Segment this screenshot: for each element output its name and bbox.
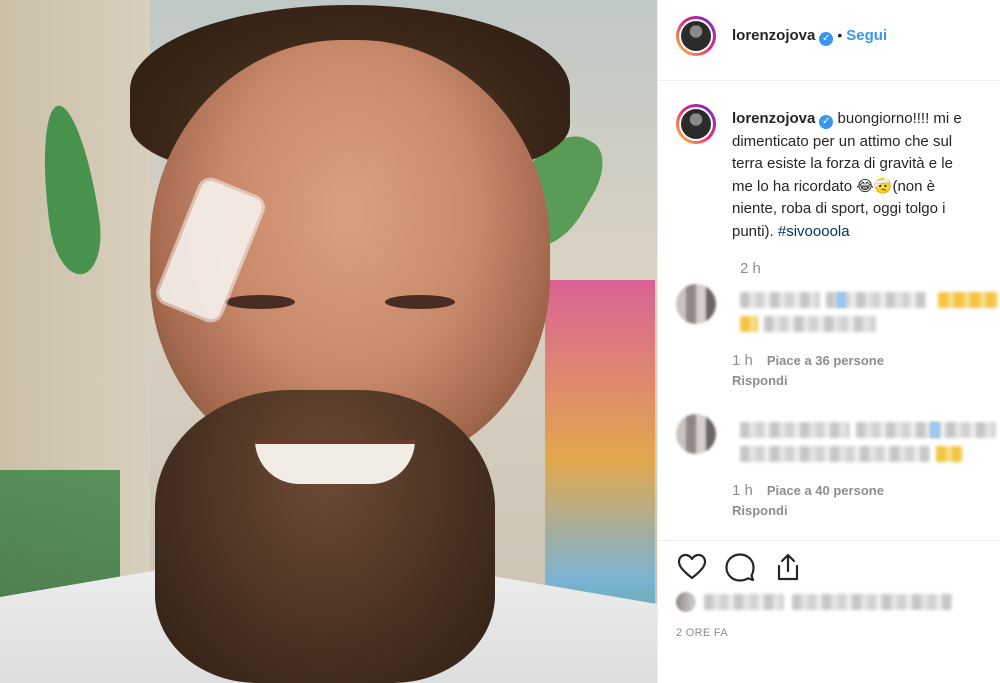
comment: 1 h Piace a 36 persone Rispondi	[676, 284, 1000, 394]
post-timestamp: 2 ORE FA	[676, 627, 728, 639]
blurred-mention	[836, 292, 846, 308]
share-icon[interactable]	[772, 551, 804, 583]
caption-line: buongiorno!!!! mi e	[837, 110, 962, 127]
caption-line: terra esiste la forza di gravità e le	[732, 155, 953, 172]
caption-emoji: 😂🤕	[856, 177, 893, 195]
blurred-emoji	[938, 292, 998, 308]
post-actions	[658, 540, 1000, 591]
photo-smile	[255, 440, 415, 484]
avatar[interactable]	[676, 104, 716, 144]
comment-timestamp: 1 h	[732, 482, 753, 499]
blurred-username	[740, 292, 820, 308]
blurred-comment-text	[764, 316, 876, 332]
blurred-emoji	[936, 446, 962, 462]
comment: 1 h Piace a 40 persone Rispondi	[676, 414, 1000, 524]
verified-badge-icon: ✓	[819, 115, 834, 129]
blurred-liked-by-text	[704, 594, 784, 610]
photo-eye	[385, 295, 455, 309]
avatar[interactable]	[676, 414, 716, 454]
comment-bubble-icon[interactable]	[724, 551, 756, 583]
separator-dot: •	[837, 27, 843, 43]
follow-button[interactable]: Segui	[846, 27, 887, 44]
avatar[interactable]	[676, 16, 716, 56]
caption-line: punti).	[732, 222, 774, 240]
blurred-comment-text	[856, 422, 996, 438]
avatar	[676, 592, 696, 612]
caption-line: me lo ha ricordato	[732, 177, 853, 195]
comment-meta: 1 h Piace a 36 persone	[732, 352, 884, 369]
comment-likes-link[interactable]: Piace a 36 persone	[767, 353, 884, 368]
photo-eye	[225, 295, 295, 309]
blurred-liked-by-text	[792, 594, 952, 610]
blurred-username	[740, 422, 850, 438]
reply-button[interactable]: Rispondi	[732, 373, 788, 388]
blurred-mention	[930, 422, 940, 438]
caption-line: dimenticato per un attimo che sul	[732, 132, 953, 150]
comment-timestamp: 1 h	[732, 352, 753, 369]
caption-text: lorenzojova ✓ buongiorno!!!! mi e dimenti…	[732, 108, 1000, 243]
post-header: lorenzojova ✓ • Segui	[658, 0, 1000, 81]
photo-beard	[155, 390, 495, 683]
comment-likes-link[interactable]: Piace a 40 persone	[767, 483, 884, 498]
post-side-panel: lorenzojova ✓ • Segui lorenzojova ✓ buongior…	[657, 0, 1000, 683]
caption-timestamp: 2 h	[740, 260, 761, 277]
blurred-emoji	[740, 316, 758, 332]
blurred-comment-text	[740, 446, 930, 462]
heart-icon[interactable]	[676, 551, 708, 583]
comment-meta: 1 h Piace a 40 persone	[732, 482, 884, 499]
post-photo[interactable]	[0, 0, 657, 683]
username-link[interactable]: lorenzojova	[732, 110, 815, 127]
avatar[interactable]	[676, 284, 716, 324]
username-link[interactable]: lorenzojova	[732, 27, 815, 44]
reply-button[interactable]: Rispondi	[732, 503, 788, 518]
caption-line: (non è	[892, 177, 935, 195]
verified-badge-icon: ✓	[819, 32, 834, 46]
hashtag-link[interactable]: #sivoooola	[778, 223, 850, 240]
liked-by-summary[interactable]	[676, 590, 996, 616]
caption-line: niente, roba di sport, oggi tolgo i	[732, 200, 946, 217]
